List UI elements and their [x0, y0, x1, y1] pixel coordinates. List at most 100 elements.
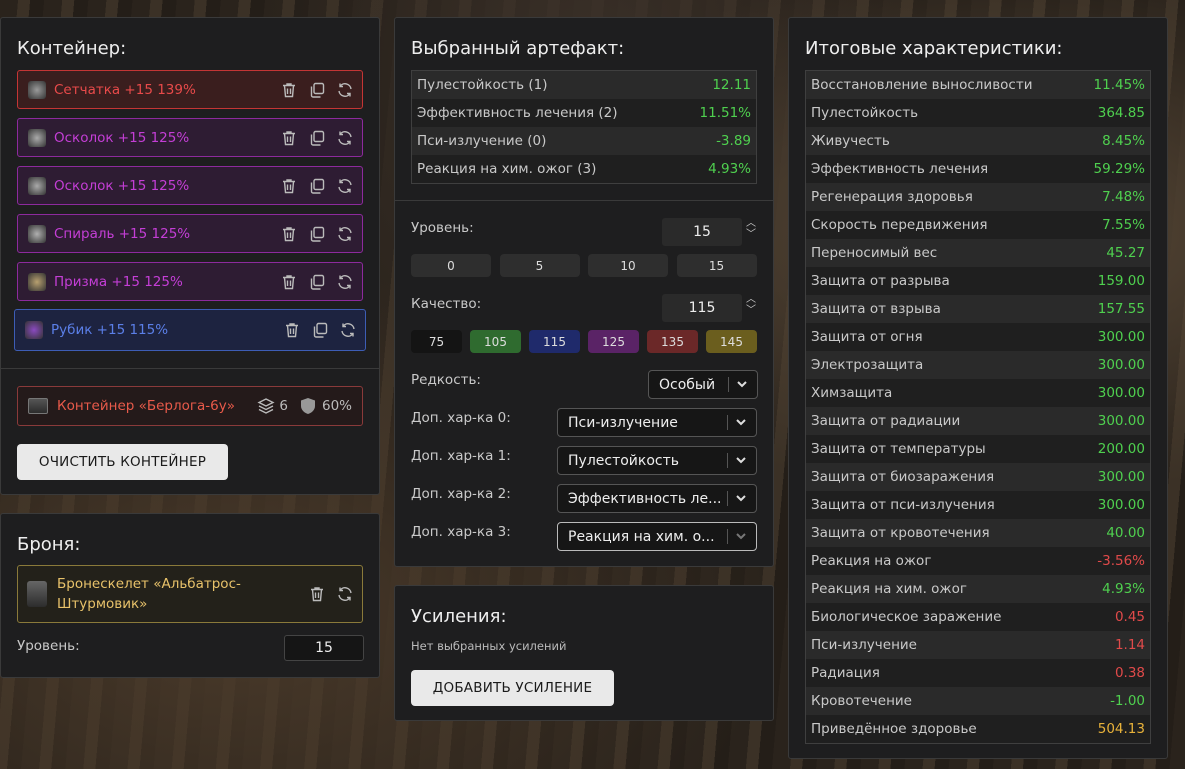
rarity-value: Особый	[659, 376, 716, 393]
armor-item[interactable]: Бронескелет «Альбатрос-Штурмовик»	[17, 565, 363, 623]
chevron-down-icon	[736, 495, 746, 502]
stat-name: Защита от кровотечения	[811, 525, 990, 541]
replace-icon[interactable]	[336, 129, 354, 147]
storage-slots: 6	[279, 398, 288, 414]
replace-icon[interactable]	[336, 81, 354, 99]
delete-icon[interactable]	[280, 225, 298, 243]
copy-icon[interactable]	[308, 273, 326, 291]
container-item[interactable]: Сетчатка +15 139%	[17, 70, 363, 109]
extra-stat-value: Реакция на хим. о...	[568, 528, 715, 545]
chevron-down-icon	[736, 457, 746, 464]
stat-name: Реакция на ожог	[811, 553, 932, 569]
replace-icon[interactable]	[339, 321, 357, 339]
copy-icon[interactable]	[308, 177, 326, 195]
layers-icon	[257, 397, 275, 415]
delete-icon[interactable]	[280, 81, 298, 99]
storage-container-item[interactable]: Контейнер «Берлога-6у» 6 60%	[17, 386, 363, 426]
exoskeleton-icon	[27, 581, 47, 607]
quality-input[interactable]: 115	[662, 294, 742, 322]
stat-name: Эффективность лечения (2)	[417, 105, 618, 121]
stat-value: 8.45%	[1102, 133, 1145, 149]
total-stat-row: Защита от взрыва 157.55	[806, 295, 1150, 323]
level-preset-button[interactable]: 0	[411, 254, 491, 277]
armor-panel: Броня: Бронескелет «Альбатрос-Штурмовик»…	[0, 513, 380, 678]
quality-stepper[interactable]: ︿ ﹀	[745, 294, 757, 316]
container-item[interactable]: Осколок +15 125%	[17, 166, 363, 205]
stat-name: Пулестойкость (1)	[417, 77, 548, 93]
level-preset-button[interactable]: 5	[499, 254, 580, 277]
storage-container-name: Контейнер «Берлога-6у»	[57, 398, 235, 414]
total-stat-row: Пси-излучение 1.14	[806, 631, 1150, 659]
replace-icon[interactable]	[336, 273, 354, 291]
level-preset-button[interactable]: 10	[588, 254, 668, 277]
extra-stat-select[interactable]: Реакция на хим. о...	[557, 522, 757, 551]
total-stat-row: Биологическое заражение 0.45	[806, 603, 1150, 631]
total-stat-row: Радиация 0.38	[806, 659, 1150, 687]
stat-value: 4.93%	[1102, 581, 1145, 597]
artifact-stat-row: Пулестойкость (1) 12.11	[412, 71, 756, 99]
stat-name: Защита от огня	[811, 329, 923, 345]
copy-icon[interactable]	[308, 225, 326, 243]
stat-value: 0.45	[1114, 609, 1145, 625]
quality-preset-button[interactable]: 125	[588, 330, 639, 353]
extra-stat-select[interactable]: Эффективность ле...	[557, 484, 757, 513]
replace-icon[interactable]	[336, 585, 354, 603]
extra-stat-select[interactable]: Пси-излучение	[557, 408, 757, 437]
extra-stat-select[interactable]: Пулестойкость	[557, 446, 757, 475]
replace-icon[interactable]	[336, 177, 354, 195]
copy-icon[interactable]	[308, 129, 326, 147]
total-stat-row: Электрозащита 300.00	[806, 351, 1150, 379]
stat-name: Кровотечение	[811, 693, 912, 709]
stat-name: Переносимый вес	[811, 245, 938, 261]
level-stepper[interactable]: ︿ ﹀	[745, 218, 757, 240]
quality-label: Качество:	[411, 296, 482, 312]
rarity-select[interactable]: Особый	[648, 370, 758, 399]
delete-icon[interactable]	[280, 177, 298, 195]
replace-icon[interactable]	[336, 225, 354, 243]
copy-icon[interactable]	[308, 81, 326, 99]
total-stat-row: Восстановление выносливости 11.45%	[806, 71, 1150, 99]
container-panel: Контейнер: Сетчатка +15 139% Осколок +15 …	[0, 17, 380, 495]
totals-table: Восстановление выносливости 11.45% Пулесто…	[805, 70, 1151, 744]
container-item[interactable]: Рубик +15 115%	[14, 309, 366, 351]
stat-value: 159.00	[1097, 273, 1145, 289]
stat-value: 300.00	[1097, 329, 1145, 345]
chevron-down-icon	[736, 533, 746, 540]
stat-name: Приведённое здоровье	[811, 721, 977, 737]
container-item[interactable]: Осколок +15 125%	[17, 118, 363, 157]
quality-preset-button[interactable]: 75	[411, 330, 462, 353]
delete-icon[interactable]	[280, 129, 298, 147]
container-item[interactable]: Спираль +15 125%	[17, 214, 363, 253]
total-stat-row: Реакция на хим. ожог 4.93%	[806, 575, 1150, 603]
shard-artifact-icon	[28, 128, 46, 147]
clear-container-button[interactable]: ОЧИСТИТЬ КОНТЕЙНЕР	[17, 444, 228, 480]
total-stat-row: Защита от биозаражения 300.00	[806, 463, 1150, 491]
quality-preset-button[interactable]: 105	[470, 330, 521, 353]
quality-preset-button[interactable]: 145	[706, 330, 757, 353]
total-stat-row: Кровотечение -1.00	[806, 687, 1150, 715]
armor-level-input[interactable]: 15	[284, 635, 364, 661]
stat-value: 45.27	[1106, 245, 1145, 261]
quality-preset-button[interactable]: 135	[647, 330, 698, 353]
boosts-title: Усиления:	[411, 606, 507, 627]
storage-protection: 60%	[321, 398, 352, 414]
stat-name: Эффективность лечения	[811, 161, 989, 177]
total-stat-row: Переносимый вес 45.27	[806, 239, 1150, 267]
delete-icon[interactable]	[308, 585, 326, 603]
stat-name: Живучесть	[811, 133, 890, 149]
stat-value: 11.45%	[1093, 77, 1145, 93]
total-stat-row: Приведённое здоровье 504.13	[806, 715, 1150, 743]
container-title: Контейнер:	[17, 38, 127, 59]
copy-icon[interactable]	[311, 321, 329, 339]
extra-stat-value: Пулестойкость	[568, 452, 680, 469]
stat-value: 59.29%	[1093, 161, 1145, 177]
level-preset-button[interactable]: 15	[676, 254, 757, 277]
delete-icon[interactable]	[280, 273, 298, 291]
delete-icon[interactable]	[283, 321, 301, 339]
level-input[interactable]: 15	[662, 218, 742, 246]
container-item[interactable]: Призма +15 125%	[17, 262, 363, 301]
add-boost-button[interactable]: ДОБАВИТЬ УСИЛЕНИЕ	[411, 670, 614, 706]
boosts-panel: Усиления: Нет выбранных усилений ДОБАВИТ…	[394, 585, 774, 721]
quality-preset-button[interactable]: 115	[529, 330, 580, 353]
spiral-artifact-icon	[28, 224, 46, 243]
